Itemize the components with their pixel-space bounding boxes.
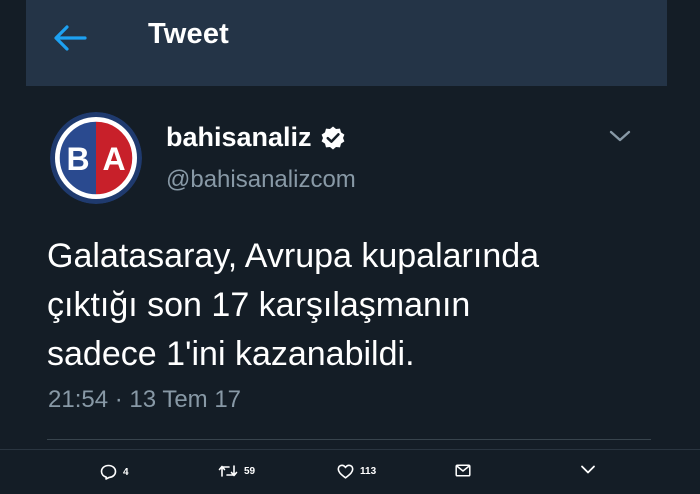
author-name-row[interactable]: bahisanaliz (166, 122, 346, 153)
user-handle[interactable]: @bahisanalizcom (166, 166, 356, 194)
chevron-down-icon (581, 465, 595, 474)
header-bar: Tweet (26, 0, 667, 86)
arrow-left-icon (54, 25, 87, 51)
tweet-timestamp[interactable]: 21:54 · 13 Tem 17 (48, 386, 241, 414)
tweet-text: Galatasaray, Avrupa kupalarında çıktığı … (47, 237, 540, 373)
direct-message-button[interactable] (455, 464, 471, 477)
like-button[interactable]: 113 (337, 464, 376, 479)
envelope-icon (455, 464, 471, 477)
retweet-count: 59 (244, 465, 256, 477)
heart-icon (337, 464, 354, 479)
tweet-page: Tweet B A bahisanaliz @bahisanalizcom Ga… (0, 0, 700, 494)
avatar[interactable]: B A (50, 112, 142, 204)
verified-badge-icon (321, 126, 344, 149)
chevron-down-icon (609, 130, 631, 142)
reply-count: 4 (123, 466, 129, 478)
like-count: 113 (360, 466, 377, 477)
retweet-button[interactable]: 59 (218, 464, 255, 478)
action-bar: 4 59 113 (0, 449, 700, 494)
svg-text:A: A (102, 141, 125, 177)
back-button[interactable] (52, 22, 88, 54)
more-options-button[interactable] (606, 124, 634, 148)
display-name[interactable]: bahisanaliz (166, 122, 312, 153)
reply-icon (100, 464, 117, 480)
share-button[interactable] (580, 464, 596, 475)
retweet-icon (218, 465, 238, 477)
svg-text:B: B (66, 141, 89, 177)
page-title: Tweet (148, 18, 230, 50)
reply-button[interactable]: 4 (100, 464, 129, 480)
divider (47, 439, 651, 440)
